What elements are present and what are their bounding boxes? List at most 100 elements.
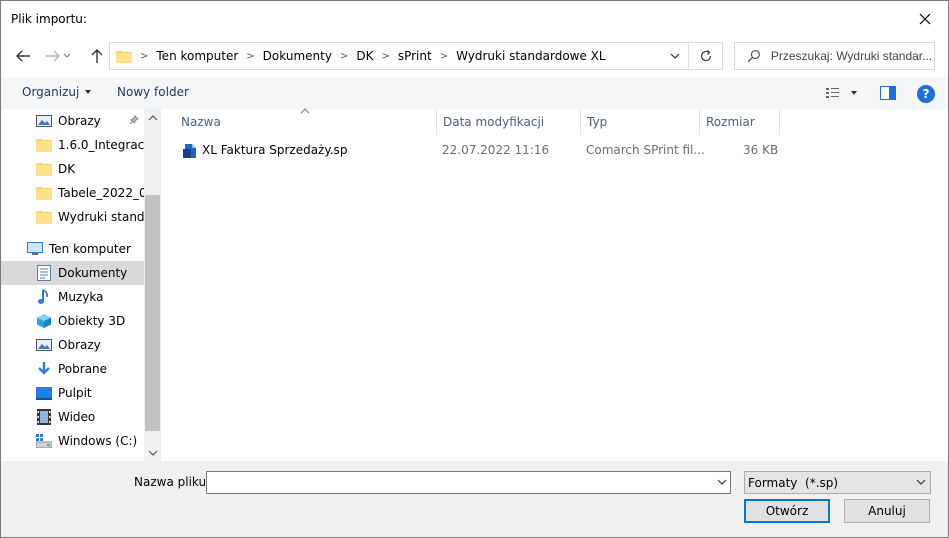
filename-combobox[interactable] <box>206 471 731 494</box>
folder-icon <box>116 51 132 63</box>
breadcrumb-wydruki[interactable]: Wydruki standardowe XL <box>456 49 606 63</box>
nav-item-tabele[interactable]: Tabele_2022_0 <box>1 181 144 205</box>
nav-item-obrazy-quick[interactable]: Obrazy <box>1 109 144 133</box>
cancel-button[interactable]: Anuluj <box>844 499 930 523</box>
view-options-icon[interactable] <box>825 86 861 100</box>
nav-label: DK <box>58 162 76 176</box>
breadcrumb-separator: > <box>439 50 449 62</box>
nav-item-obrazy[interactable]: Obrazy <box>1 333 144 357</box>
nav-item-windows-c[interactable]: Windows (C:) <box>1 429 144 453</box>
nav-item-wideo[interactable]: Wideo <box>1 405 144 429</box>
file-open-dialog: Plik importu: > Ten komputer > Dokumenty… <box>0 0 949 538</box>
file-list: Nazwa Data modyfikacji Typ Rozmiar XL Fa… <box>161 108 948 461</box>
title-bar: Plik importu: <box>1 1 948 37</box>
computer-icon <box>27 241 43 257</box>
nav-label: 1.6.0_Integracja_ <box>58 138 144 152</box>
pin-icon <box>129 115 139 125</box>
command-bar: Organizuj Nowy folder <box>1 77 948 109</box>
breadcrumb-separator: > <box>381 50 390 62</box>
scroll-up-button[interactable] <box>144 109 161 126</box>
table-row[interactable]: XL Faktura Sprzedaży.sp 22.07.2022 11:16… <box>176 139 779 163</box>
new-folder-button[interactable]: Nowy folder <box>117 85 189 99</box>
file-modified: 22.07.2022 11:16 <box>442 143 550 157</box>
back-button[interactable] <box>11 45 35 67</box>
downloads-icon <box>36 361 52 377</box>
address-bar[interactable]: > Ten komputer > Dokumenty > DK > sPrint… <box>109 42 723 70</box>
pictures-icon <box>36 113 52 129</box>
breadcrumb-separator: > <box>339 50 349 62</box>
address-dropdown-icon[interactable] <box>668 49 682 63</box>
breadcrumb-dk[interactable]: DK <box>356 49 373 63</box>
organize-label: Organizuj <box>22 85 80 99</box>
window-title: Plik importu: <box>11 12 87 26</box>
breadcrumb-this-pc[interactable]: Ten komputer <box>156 49 238 63</box>
nav-item-dk[interactable]: DK <box>1 157 144 181</box>
file-type-filter[interactable]: Formaty (*.sp) <box>744 471 931 494</box>
chevron-up-icon <box>148 114 157 120</box>
nav-label: Pulpit <box>58 386 92 400</box>
file-type: Comarch SPrint fil... <box>586 143 705 157</box>
folder-icon <box>36 185 52 201</box>
breadcrumb-sprint[interactable]: sPrint <box>398 49 432 63</box>
folder-icon <box>36 209 52 225</box>
filename-input[interactable] <box>207 472 707 493</box>
nav-label: Obrazy <box>58 114 101 128</box>
refresh-button[interactable] <box>688 43 722 69</box>
open-button[interactable]: Otwórz <box>744 499 830 523</box>
desktop-icon <box>36 385 52 401</box>
chevron-down-icon <box>63 53 71 58</box>
file-size: 36 KB <box>743 143 779 157</box>
nav-label: Wideo <box>58 410 96 424</box>
column-header-modified[interactable]: Data modyfikacji <box>437 109 581 135</box>
nav-item-this-pc[interactable]: Ten komputer <box>1 237 144 261</box>
nav-label: Tabele_2022_0 <box>58 186 144 200</box>
breadcrumb-documents[interactable]: Dokumenty <box>263 49 332 63</box>
preview-pane-icon[interactable] <box>880 86 896 100</box>
nav-label: Ten komputer <box>49 242 131 256</box>
footer-panel: Nazwa pliku: Formaty (*.sp) Otwórz Anulu… <box>1 461 948 537</box>
nav-item-wydruki[interactable]: Wydruki standar <box>1 205 144 229</box>
nav-item-integracja[interactable]: 1.6.0_Integracja_ <box>1 133 144 157</box>
pictures-icon <box>36 337 52 353</box>
nav-item-pulpit[interactable]: Pulpit <box>1 381 144 405</box>
search-input[interactable] <box>770 49 934 63</box>
refresh-icon <box>700 49 711 62</box>
nav-label: Wydruki standar <box>58 210 144 224</box>
music-icon <box>36 289 52 305</box>
organize-button[interactable]: Organizuj <box>22 85 95 99</box>
search-icon <box>747 49 760 63</box>
recent-locations-button[interactable] <box>60 45 74 67</box>
nav-item-muzyka[interactable]: Muzyka <box>1 285 144 309</box>
folder-icon <box>36 137 52 153</box>
chevron-down-icon[interactable] <box>717 477 727 487</box>
column-header-size[interactable]: Rozmiar <box>700 109 780 135</box>
column-header-name[interactable]: Nazwa <box>175 109 437 135</box>
nav-label: Obrazy <box>58 338 101 352</box>
folder-icon <box>36 161 52 177</box>
arrow-up-icon <box>91 49 103 63</box>
breadcrumb-separator: > <box>140 50 149 62</box>
close-icon <box>919 13 931 25</box>
chevron-down-icon <box>148 450 157 456</box>
search-box[interactable] <box>734 42 935 70</box>
nav-item-dokumenty[interactable]: Dokumenty <box>1 261 144 285</box>
nav-item-obiekty-3d[interactable]: Obiekty 3D <box>1 309 144 333</box>
arrow-left-icon <box>16 50 30 62</box>
scrollbar-thumb[interactable] <box>145 195 160 431</box>
column-header-type[interactable]: Typ <box>581 109 700 135</box>
close-button[interactable] <box>902 1 948 37</box>
filter-value: Formaty (*.sp) <box>748 475 839 490</box>
caret-down-icon <box>85 90 92 94</box>
nav-label: Obiekty 3D <box>58 314 126 328</box>
arrow-right-icon <box>46 50 60 62</box>
chevron-down-icon <box>916 479 926 485</box>
drive-icon <box>36 433 52 449</box>
3d-objects-icon <box>36 313 52 329</box>
nav-scrollbar[interactable] <box>144 109 161 461</box>
help-button[interactable]: ? <box>917 85 935 103</box>
video-icon <box>36 409 52 425</box>
up-button[interactable] <box>85 45 109 67</box>
scroll-down-button[interactable] <box>144 444 161 461</box>
nav-item-pobrane[interactable]: Pobrane <box>1 357 144 381</box>
file-name: XL Faktura Sprzedaży.sp <box>202 143 348 157</box>
